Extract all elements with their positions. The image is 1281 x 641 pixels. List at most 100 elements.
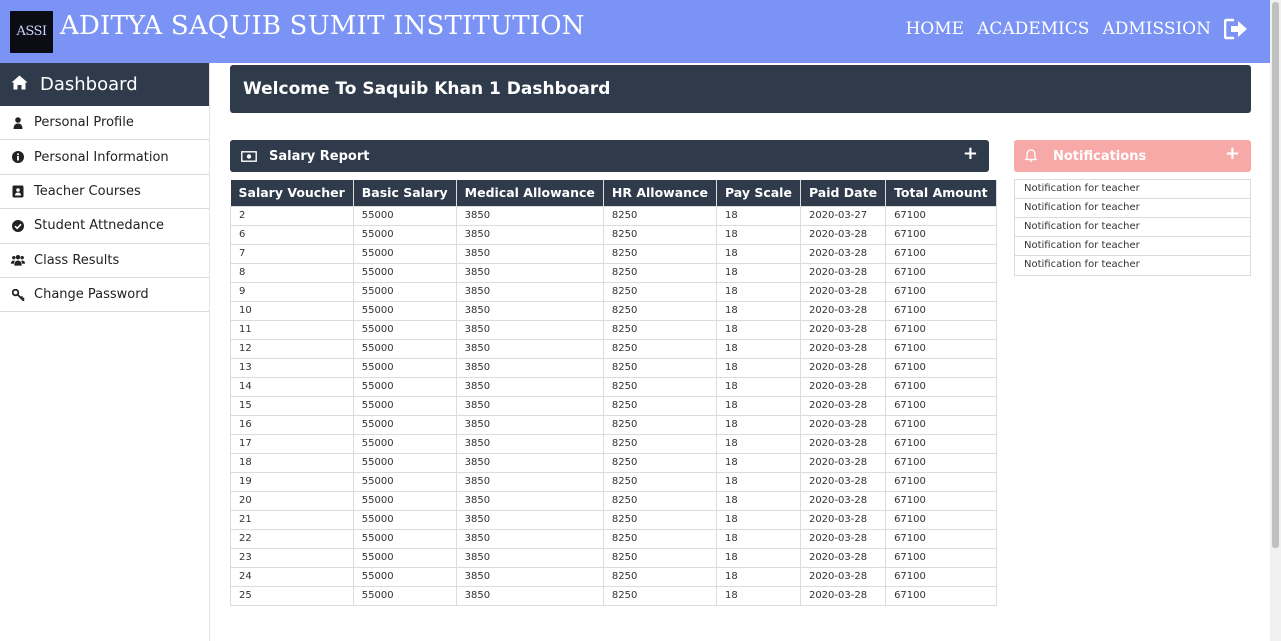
table-cell: 3850	[455, 243, 604, 264]
table-cell: 55000	[352, 509, 457, 530]
table-row: 14 55000 3850 8250 18 2020-03-28 67100	[230, 376, 997, 397]
column-header[interactable]: Paid Date	[800, 180, 887, 206]
table-cell: 55000	[352, 376, 457, 397]
table-cell: 8250	[602, 319, 717, 340]
table-cell: 55000	[352, 414, 457, 435]
sidebar-item-label: Teacher Courses	[34, 183, 141, 199]
column-header[interactable]: HR Allowance	[603, 180, 717, 206]
notifications-header: Notifications +	[1014, 140, 1251, 172]
table-cell: 3850	[455, 547, 604, 568]
sidebar-item-personal-profile[interactable]: Personal Profile	[0, 106, 209, 141]
table-cell: 14	[230, 376, 354, 397]
scrollbar-thumb[interactable]	[1272, 2, 1279, 548]
table-cell: 18	[715, 566, 801, 587]
table-cell: 18	[715, 585, 801, 606]
table-cell: 55000	[352, 566, 457, 587]
notification-item[interactable]: Notification for teacher	[1015, 218, 1250, 237]
table-cell: 67100	[885, 414, 997, 435]
table-cell: 3850	[455, 414, 604, 435]
table-cell: 67100	[885, 433, 997, 454]
sidebar-item-label: Student Attnedance	[34, 218, 165, 234]
column-header[interactable]: Medical Allowance	[456, 180, 604, 206]
table-cell: 67100	[885, 224, 997, 245]
notification-item[interactable]: Notification for teacher	[1015, 199, 1250, 218]
table-cell: 67100	[885, 509, 997, 530]
table-cell: 8250	[602, 471, 717, 492]
table-cell: 55000	[352, 357, 457, 378]
table-cell: 55000	[352, 319, 457, 340]
table-cell: 18	[715, 452, 801, 473]
table-cell: 3850	[455, 452, 604, 473]
table-cell: 55000	[352, 338, 457, 359]
table-cell: 8250	[602, 243, 717, 264]
salary-table: Salary Voucher Basic Salary Medical Allo…	[230, 180, 997, 606]
sidebar-header[interactable]: Dashboard	[0, 63, 209, 106]
table-cell: 8250	[602, 585, 717, 606]
bell-icon	[1024, 147, 1038, 166]
table-cell: 2020-03-28	[799, 452, 887, 473]
table-cell: 18	[715, 471, 801, 492]
table-cell: 11	[230, 319, 354, 340]
table-cell: 67100	[885, 281, 997, 302]
notification-item[interactable]: Notification for teacher	[1015, 256, 1250, 275]
table-cell: 2020-03-28	[799, 357, 887, 378]
table-cell: 18	[715, 319, 801, 340]
table-cell: 55000	[352, 471, 457, 492]
table-row: 24 55000 3850 8250 18 2020-03-28 67100	[230, 566, 997, 587]
salary-table-body: 2 55000 3850 8250 18 2020-03-27 67100 6 55000 385…	[230, 205, 997, 606]
notification-item[interactable]: Notification for teacher	[1015, 180, 1250, 199]
table-cell: 3850	[455, 319, 604, 340]
table-cell: 55000	[352, 547, 457, 568]
column-header[interactable]: Total Amount	[885, 180, 997, 206]
sidebar-item-student-attendance[interactable]: Student Attnedance	[0, 209, 209, 244]
table-cell: 18	[715, 224, 801, 245]
table-cell: 67100	[885, 357, 997, 378]
column-header[interactable]: Basic Salary	[353, 180, 457, 206]
table-cell: 55000	[352, 224, 457, 245]
table-row: 11 55000 3850 8250 18 2020-03-28 67100	[230, 319, 997, 340]
table-cell: 3850	[455, 262, 604, 283]
table-cell: 18	[715, 376, 801, 397]
table-cell: 67100	[885, 376, 997, 397]
table-cell: 6	[230, 224, 354, 245]
table-cell: 18	[715, 300, 801, 321]
address-book-icon	[11, 184, 25, 198]
institution-name[interactable]: ADITYA SAQUIB SUMIT INSTITUTION	[60, 11, 585, 41]
notification-item[interactable]: Notification for teacher	[1015, 237, 1250, 256]
sidebar-item-class-results[interactable]: Class Results	[0, 244, 209, 278]
table-row: 17 55000 3850 8250 18 2020-03-28 67100	[230, 433, 997, 454]
nav-home-link[interactable]: HOME	[905, 19, 964, 39]
table-cell: 18	[230, 452, 354, 473]
table-cell: 55000	[352, 528, 457, 549]
table-cell: 15	[230, 395, 354, 416]
home-icon	[11, 75, 28, 94]
table-cell: 18	[715, 338, 801, 359]
sign-out-icon[interactable]	[1223, 18, 1248, 40]
salary-report-header: Salary Report +	[230, 140, 989, 172]
nav-admission-link[interactable]: ADMISSION	[1102, 19, 1211, 39]
table-cell: 55000	[352, 490, 457, 511]
notifications-expand-button[interactable]: +	[1225, 143, 1240, 164]
table-cell: 2020-03-28	[799, 224, 887, 245]
column-header[interactable]: Salary Voucher	[230, 180, 354, 206]
table-header-row: Salary Voucher Basic Salary Medical Allo…	[230, 180, 997, 206]
salary-report-title: Salary Report	[269, 148, 370, 164]
table-cell: 18	[715, 509, 801, 530]
sidebar-item-personal-information[interactable]: Personal Information	[0, 140, 209, 175]
table-cell: 67100	[885, 262, 997, 283]
sidebar-item-teacher-courses[interactable]: Teacher Courses	[0, 175, 209, 210]
nav-academics-link[interactable]: ACADEMICS	[977, 19, 1089, 39]
column-header[interactable]: Pay Scale	[716, 180, 801, 206]
sidebar-item-change-password[interactable]: Change Password	[0, 278, 209, 313]
salary-report-expand-button[interactable]: +	[963, 143, 978, 164]
table-cell: 2020-03-28	[799, 395, 887, 416]
page-scrollbar[interactable]	[1270, 0, 1281, 641]
institution-logo[interactable]: ASSI	[10, 11, 53, 53]
table-cell: 3850	[455, 471, 604, 492]
table-cell: 3850	[455, 395, 604, 416]
table-row: 7 55000 3850 8250 18 2020-03-28 67100	[230, 243, 997, 264]
top-nav-links: HOME ACADEMICS ADMISSION	[905, 18, 1248, 40]
table-cell: 67100	[885, 471, 997, 492]
table-cell: 19	[230, 471, 354, 492]
table-cell: 18	[715, 395, 801, 416]
